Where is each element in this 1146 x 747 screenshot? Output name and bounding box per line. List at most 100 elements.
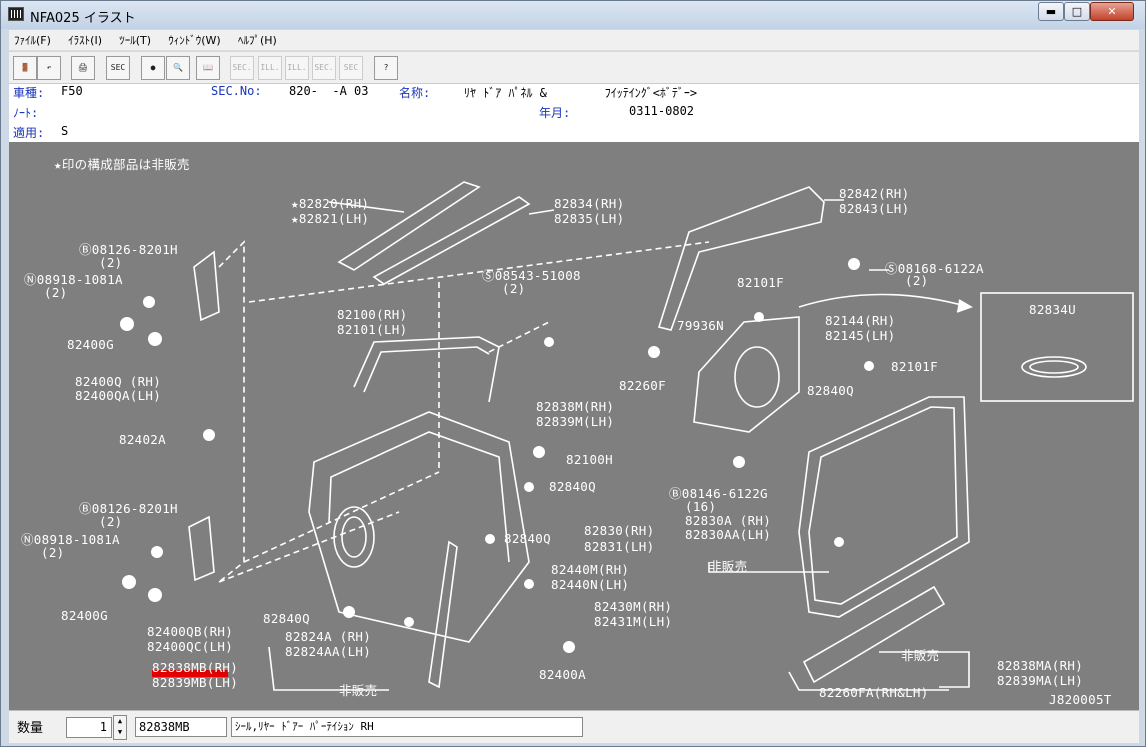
part-callout-label[interactable]: 82144(RH) bbox=[825, 313, 895, 328]
part-callout-label[interactable]: Ⓝ08918-1081A bbox=[21, 532, 120, 547]
part-callout-label[interactable]: 82400QB(RH) bbox=[147, 624, 233, 639]
part-callout-label[interactable]: 82400QC(LH) bbox=[147, 639, 233, 654]
part-callout-label[interactable]: 82100(RH) bbox=[337, 307, 407, 322]
part-callout-label[interactable]: 82824AA(LH) bbox=[285, 644, 371, 659]
part-callout-label[interactable]: 82400G bbox=[61, 608, 108, 623]
part-description-field[interactable]: ｼｰﾙ,ﾘﾔｰ ﾄﾞｱｰ ﾊﾟｰﾃｲｼｮﾝ RH bbox=[231, 717, 583, 737]
part-callout-label[interactable]: (2) bbox=[905, 273, 928, 288]
menu-file[interactable]: ﾌｧｲﾙ(F) bbox=[9, 30, 56, 51]
part-callout-label[interactable]: 82840Q bbox=[263, 611, 310, 626]
part-callout-label[interactable]: (2) bbox=[44, 285, 67, 300]
part-callout-label[interactable]: ★82820(RH) bbox=[291, 196, 369, 211]
window-title: NFA025 イラスト bbox=[30, 11, 136, 26]
menu-illust[interactable]: ｲﾗｽﾄ(I) bbox=[63, 30, 107, 51]
part-callout-label[interactable]: 82101(LH) bbox=[337, 322, 407, 337]
maximize-button[interactable]: □ bbox=[1064, 2, 1090, 21]
next-sec-button[interactable]: SEC. bbox=[312, 56, 336, 80]
part-callout-label[interactable]: 82260FA(RH&LH) bbox=[819, 685, 929, 700]
part-callout-label[interactable]: 82840Q bbox=[549, 479, 596, 494]
menu-tools[interactable]: ﾂｰﾙ(T) bbox=[114, 30, 156, 51]
part-callout-label[interactable]: 82834U bbox=[1029, 302, 1076, 317]
part-callout-label[interactable]: (2) bbox=[99, 514, 122, 529]
part-callout-label[interactable]: 79936N bbox=[677, 318, 724, 333]
part-callout-label[interactable]: Ⓝ08918-1081A bbox=[24, 272, 123, 287]
part-callout-label[interactable]: 82831(LH) bbox=[584, 539, 654, 554]
part-callout-label[interactable]: 82840Q bbox=[504, 531, 551, 546]
prev-sec-button[interactable]: SEC. bbox=[230, 56, 254, 80]
part-callout-label[interactable]: 82440M(RH) bbox=[551, 562, 629, 577]
next-ill-button[interactable]: ILL. bbox=[285, 56, 309, 80]
menu-help[interactable]: ﾍﾙﾌﾟ(H) bbox=[233, 30, 282, 51]
qty-field[interactable]: 1 bbox=[66, 717, 112, 738]
part-callout-label[interactable]: (16) bbox=[685, 499, 716, 514]
status-bar: 数量 1 ▲ ▼ 82838MB ｼｰﾙ,ﾘﾔｰ ﾄﾞｱｰ ﾊﾟｰﾃｲｼｮﾝ RH bbox=[9, 710, 1139, 743]
part-callout-label[interactable]: Ⓢ08543-51008 bbox=[482, 268, 581, 283]
part-callout-label[interactable]: ★82821(LH) bbox=[291, 211, 369, 226]
part-callout-label[interactable]: 82400G bbox=[67, 337, 114, 352]
part-callout-label[interactable]: 82101F bbox=[737, 275, 784, 290]
part-callout-label[interactable]: 82402A bbox=[119, 432, 166, 447]
part-callout-label[interactable]: Ⓢ08168-6122A bbox=[885, 261, 984, 276]
circle-icon[interactable]: ● bbox=[141, 56, 165, 80]
part-callout-label[interactable]: 82100H bbox=[566, 452, 613, 467]
sec-label: SEC.No: bbox=[211, 84, 262, 98]
menu-window[interactable]: ｳｨﾝﾄﾞｳ(W) bbox=[163, 30, 225, 51]
part-callout-label[interactable]: 非販売 bbox=[901, 648, 939, 663]
part-callout-label[interactable]: Ⓑ08126-8201H bbox=[79, 501, 178, 516]
part-callout-label[interactable]: 82824A (RH) bbox=[285, 629, 371, 644]
part-callout-label[interactable]: 82830(RH) bbox=[584, 523, 654, 538]
application-window: NFA025 イラスト ▬ □ ✕ ﾌｧｲﾙ(F) ｲﾗｽﾄ(I) ﾂｰﾙ(T)… bbox=[0, 0, 1146, 747]
part-callout-label[interactable]: 82838MB(RH) bbox=[152, 660, 238, 675]
part-callout-label[interactable]: 82260F bbox=[619, 378, 666, 393]
part-callout-label[interactable]: 82400QA(LH) bbox=[75, 388, 161, 403]
part-callout-label[interactable]: 82842(RH) bbox=[839, 186, 909, 201]
drawing-id: J820005T bbox=[1049, 692, 1112, 707]
apply-value: S bbox=[61, 124, 69, 138]
prev-ill-button[interactable]: ILL. bbox=[258, 56, 282, 80]
part-callout-label[interactable]: 82843(LH) bbox=[839, 201, 909, 216]
parts-diagram[interactable]: ★印の構成部品は非販売 J820005T ★82820(RH)★82821(LH… bbox=[9, 142, 1139, 710]
part-callout-label[interactable]: 82400Q (RH) bbox=[75, 374, 161, 389]
part-number-field[interactable]: 82838MB bbox=[135, 717, 227, 737]
minimize-button[interactable]: ▬ bbox=[1038, 2, 1064, 21]
part-callout-label[interactable]: 82839MB(LH) bbox=[152, 675, 238, 690]
undo-icon[interactable]: ↶ bbox=[37, 56, 61, 80]
part-callout-label[interactable]: 82440N(LH) bbox=[551, 577, 629, 592]
print-icon[interactable]: 🖨 bbox=[71, 56, 95, 80]
part-callout-label[interactable]: 82101F bbox=[891, 359, 938, 374]
part-callout-label[interactable]: (2) bbox=[99, 255, 122, 270]
part-callout-label[interactable]: 82431M(LH) bbox=[594, 614, 672, 629]
app-icon[interactable] bbox=[8, 7, 24, 21]
exit-icon[interactable]: 🚪 bbox=[13, 56, 37, 80]
part-callout-label[interactable]: Ⓑ08146-6122G bbox=[669, 486, 768, 501]
illustration-note: ★印の構成部品は非販売 bbox=[54, 157, 190, 172]
part-callout-label[interactable]: 82830A (RH) bbox=[685, 513, 771, 528]
menu-bar: ﾌｧｲﾙ(F) ｲﾗｽﾄ(I) ﾂｰﾙ(T) ｳｨﾝﾄﾞｳ(W) ﾍﾙﾌﾟ(H) bbox=[9, 30, 1139, 51]
qty-spinner[interactable]: ▲ ▼ bbox=[113, 715, 127, 740]
part-callout-label[interactable]: (2) bbox=[41, 545, 64, 560]
title-bar[interactable]: NFA025 イラスト ▬ □ ✕ bbox=[1, 1, 1145, 29]
book-icon[interactable]: 📖 bbox=[196, 56, 220, 80]
zoom-icon[interactable]: 🔍 bbox=[166, 56, 190, 80]
part-callout-label[interactable]: 非販売 bbox=[709, 559, 747, 574]
part-callout-label[interactable]: 82839MA(LH) bbox=[997, 673, 1083, 688]
part-callout-label[interactable]: 82838MA(RH) bbox=[997, 658, 1083, 673]
close-button[interactable]: ✕ bbox=[1090, 2, 1134, 21]
part-callout-label[interactable]: 82430M(RH) bbox=[594, 599, 672, 614]
toolbar: 🚪 ↶ 🖨 SEC ● 🔍 📖 SEC. ILL. ILL. SEC. SEC … bbox=[9, 52, 1139, 84]
part-callout-label[interactable]: (2) bbox=[502, 281, 525, 296]
part-callout-label[interactable]: Ⓑ08126-8201H bbox=[79, 242, 178, 257]
part-callout-label[interactable]: 82835(LH) bbox=[554, 211, 624, 226]
part-callout-label[interactable]: 非販売 bbox=[339, 683, 377, 698]
part-callout-label[interactable]: 82830AA(LH) bbox=[685, 527, 771, 542]
part-callout-label[interactable]: 82838M(RH) bbox=[536, 399, 614, 414]
part-callout-label[interactable]: 82840Q bbox=[807, 383, 854, 398]
sec-button[interactable]: SEC bbox=[106, 56, 130, 80]
part-callout-label[interactable]: 82834(RH) bbox=[554, 196, 624, 211]
sec-search-button[interactable]: SEC bbox=[339, 56, 363, 80]
part-callout-label[interactable]: 82839M(LH) bbox=[536, 414, 614, 429]
part-callout-label[interactable]: 82145(LH) bbox=[825, 328, 895, 343]
help-icon[interactable]: ? bbox=[374, 56, 398, 80]
part-callout-label[interactable]: 82400A bbox=[539, 667, 586, 682]
illustration-canvas[interactable]: ★印の構成部品は非販売 J820005T ★82820(RH) ★82821(LH… bbox=[9, 142, 1139, 710]
